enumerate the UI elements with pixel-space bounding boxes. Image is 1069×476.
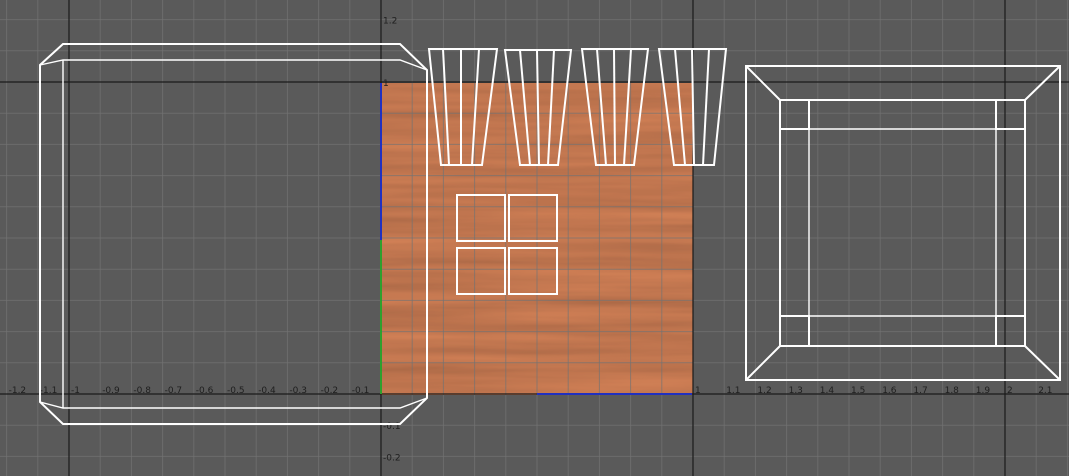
u-axis-tick-label: -1 xyxy=(71,386,80,396)
u-axis-tick-label: 1.4 xyxy=(820,386,835,396)
u-axis-tick-label: -0.5 xyxy=(227,386,245,396)
u-axis-tick-label: -0.1 xyxy=(352,386,370,396)
u-axis-tick-label: 1.7 xyxy=(913,386,927,396)
u-axis-tick-label: 1.6 xyxy=(882,386,897,396)
u-axis-tick-label: -0.4 xyxy=(258,386,276,396)
uv-editor-viewport[interactable]: -1.2 -1.1 -1 -0.9 -0.8 -0.7 -0.6 -0.5 -0.4 -0.3 -0… xyxy=(0,0,1069,476)
u-axis-tick-label: 1.9 xyxy=(976,386,991,396)
u-axis-tick-label: 1.5 xyxy=(851,386,865,396)
u-axis-tick-label: -0.6 xyxy=(196,386,214,396)
u-axis-tick-label: -0.7 xyxy=(165,386,183,396)
u-axis-tick-label: 1.3 xyxy=(789,386,803,396)
u-axis-tick-label: 1.2 xyxy=(757,386,771,396)
u-axis-tick-label: -0.2 xyxy=(321,386,339,396)
u-axis-tick-label: 2 xyxy=(1007,386,1013,396)
u-axis-tick-label: 2.1 xyxy=(1038,386,1052,396)
u-axis-tick-label: 1 xyxy=(695,386,701,396)
u-axis-tick-label: -0.8 xyxy=(133,386,151,396)
u-axis-tick-label: -0.9 xyxy=(102,386,120,396)
u-axis-tick-label: -1.2 xyxy=(9,386,27,396)
v-axis-tick-label: 1 xyxy=(383,79,389,89)
u-axis-tick-label: 1.8 xyxy=(945,386,960,396)
u-axis-tick-label: -1.1 xyxy=(40,386,58,396)
u-axis-tick-label: 1.1 xyxy=(726,386,740,396)
u-axis-tick-label: -0.3 xyxy=(289,386,307,396)
v-axis-tick-label: -0.2 xyxy=(383,453,401,463)
v-axis-tick-label: 1.2 xyxy=(383,17,397,27)
